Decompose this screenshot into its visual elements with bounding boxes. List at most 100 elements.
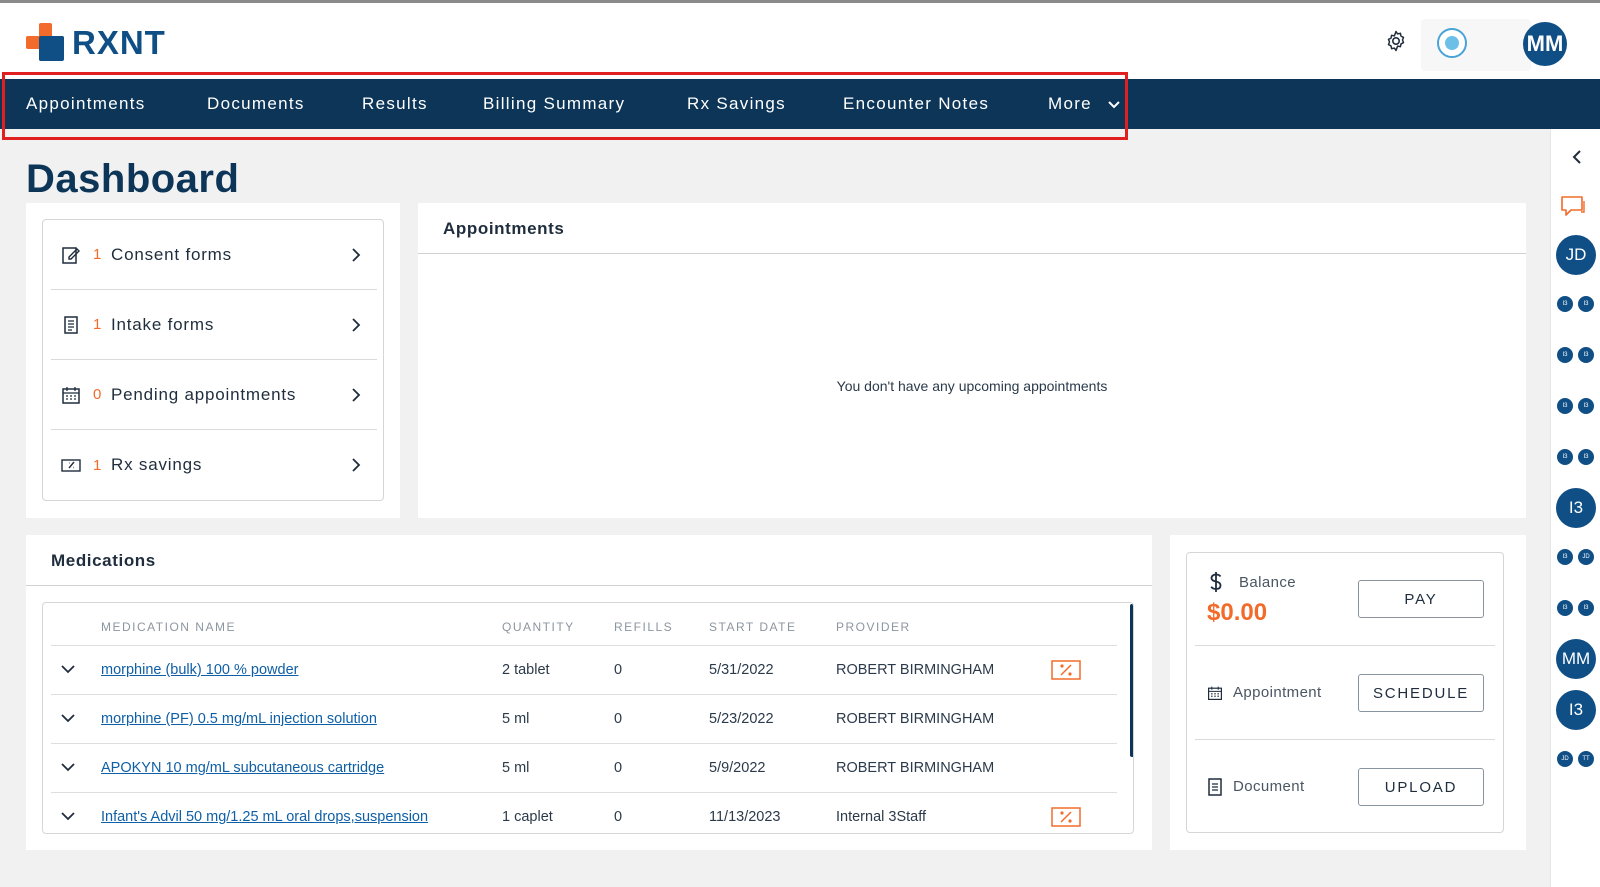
- medication-quantity: 5 ml: [502, 760, 530, 776]
- practice-logo[interactable]: [1421, 19, 1531, 71]
- side-avatar-pair[interactable]: I3 I3: [1557, 600, 1599, 616]
- side-avatar[interactable]: I3: [1556, 488, 1596, 528]
- medication-provider: Internal 3Staff: [836, 809, 927, 825]
- mini-avatar: I3: [1578, 347, 1594, 363]
- summary-item-consent-forms[interactable]: 1 Consent forms: [51, 220, 377, 290]
- expand-chevron-icon[interactable]: [61, 714, 75, 724]
- nav-highlight-box: [2, 72, 1128, 140]
- mini-avatar: I3: [1578, 398, 1594, 414]
- appointment-section: Appointment SCHEDULE: [1195, 646, 1495, 740]
- mini-avatar: I3: [1557, 296, 1573, 312]
- medication-start-date: 5/9/2022: [709, 760, 766, 776]
- chevron-right-icon: [352, 247, 361, 262]
- mini-avatar: I3: [1557, 398, 1573, 414]
- mini-avatar: JD: [1557, 751, 1573, 767]
- side-avatar-pair[interactable]: I3 I3: [1557, 398, 1599, 414]
- medication-refills: 0: [614, 711, 623, 727]
- table-row: morphine (bulk) 100 % powder 2 tablet 0 …: [51, 645, 1117, 694]
- rx-coupon-icon[interactable]: [1051, 807, 1081, 827]
- medications-header: Medications: [26, 535, 1152, 586]
- medication-quantity: 5 ml: [502, 711, 530, 727]
- summary-label: Intake forms: [111, 314, 215, 334]
- summary-card: 1 Consent forms 1 Intake forms 0 Pending…: [26, 203, 400, 518]
- user-avatar[interactable]: MM: [1523, 22, 1567, 66]
- document-icon: [1208, 778, 1222, 796]
- medications-title: Medications: [51, 551, 156, 570]
- balance-section: Balance $0.00 PAY: [1195, 553, 1495, 646]
- summary-label: Consent forms: [111, 244, 232, 264]
- chevron-right-icon: [352, 458, 361, 472]
- side-avatar[interactable]: MM: [1556, 639, 1596, 679]
- side-avatar-pair[interactable]: I3 JD: [1557, 549, 1599, 565]
- appointments-title: Appointments: [443, 219, 565, 238]
- summary-item-intake-forms[interactable]: 1 Intake forms: [51, 290, 377, 360]
- medication-name-link[interactable]: morphine (bulk) 100 % powder: [101, 662, 298, 678]
- summary-label: Pending appointments: [111, 384, 297, 404]
- actions-list: Balance $0.00 PAY Appointment SCHEDULE D…: [1186, 552, 1504, 833]
- settings-gear-icon[interactable]: [1384, 29, 1408, 53]
- mini-avatar: I3: [1557, 347, 1573, 363]
- side-avatar[interactable]: JD: [1556, 235, 1596, 275]
- upload-button[interactable]: UPLOAD: [1358, 768, 1484, 806]
- summary-item-rx-savings[interactable]: 1 Rx savings: [51, 430, 377, 500]
- table-row: morphine (PF) 0.5 mg/mL injection soluti…: [51, 694, 1117, 743]
- summary-item-pending-appointments[interactable]: 0 Pending appointments: [51, 360, 377, 430]
- calendar-icon: [1208, 686, 1222, 700]
- medication-start-date: 11/13/2023: [709, 809, 781, 825]
- summary-count: 0: [93, 386, 102, 403]
- expand-chevron-icon[interactable]: [61, 665, 75, 675]
- medication-provider: ROBERT BIRMINGHAM: [836, 760, 995, 776]
- coupon-icon: [61, 459, 81, 472]
- dollar-icon: [1210, 572, 1222, 592]
- pay-button[interactable]: PAY: [1358, 580, 1484, 618]
- mini-avatar: I3: [1578, 600, 1594, 616]
- appointments-empty-message: You don't have any upcoming appointments: [836, 378, 1108, 394]
- expand-chevron-icon[interactable]: [61, 812, 75, 822]
- summary-list: 1 Consent forms 1 Intake forms 0 Pending…: [42, 219, 384, 501]
- chevron-left-icon[interactable]: [1571, 150, 1583, 164]
- top-bar: RXNT MM: [0, 3, 1600, 79]
- rx-coupon-icon[interactable]: [1051, 660, 1081, 680]
- summary-label: Rx savings: [111, 455, 203, 474]
- medication-start-date: 5/31/2022: [709, 662, 774, 678]
- summary-count: 1: [93, 456, 102, 474]
- schedule-button[interactable]: SCHEDULE: [1358, 674, 1484, 712]
- medication-refills: 0: [614, 662, 623, 678]
- side-avatar-pair[interactable]: I3 I3: [1557, 296, 1599, 312]
- summary-count: 1: [93, 316, 102, 333]
- edit-form-icon: [62, 246, 80, 264]
- logo-text: RXNT: [72, 24, 166, 61]
- rxnt-logo[interactable]: RXNT: [26, 23, 166, 63]
- balance-amount: $0.00: [1207, 599, 1268, 626]
- side-avatar[interactable]: I3: [1556, 690, 1596, 730]
- medication-quantity: 1 caplet: [502, 809, 553, 825]
- column-header-medication-name: MEDICATION NAME: [101, 620, 236, 634]
- column-header-provider: PROVIDER: [836, 620, 911, 634]
- medications-scrollbar[interactable]: [1130, 604, 1133, 757]
- chevron-right-icon: [352, 387, 361, 402]
- appointment-label: Appointment: [1233, 684, 1322, 701]
- appointments-card: Appointments You don't have any upcoming…: [418, 203, 1526, 518]
- side-avatar-pair[interactable]: JD TT: [1557, 751, 1599, 767]
- summary-count: 1: [93, 246, 102, 263]
- side-avatar-pair[interactable]: I3 I3: [1557, 449, 1599, 465]
- medication-refills: 0: [614, 760, 623, 776]
- column-header-quantity: QUANTITY: [502, 620, 575, 634]
- mini-avatar: I3: [1578, 296, 1594, 312]
- medication-name-link[interactable]: morphine (PF) 0.5 mg/mL injection soluti…: [101, 711, 377, 727]
- medication-provider: ROBERT BIRMINGHAM: [836, 662, 995, 678]
- logo-cross-icon: [26, 23, 66, 63]
- chat-icon[interactable]: [1559, 194, 1587, 218]
- medication-provider: ROBERT BIRMINGHAM: [836, 711, 995, 727]
- medication-name-link[interactable]: Infant's Advil 50 mg/1.25 mL oral drops,…: [101, 809, 428, 825]
- actions-card: Balance $0.00 PAY Appointment SCHEDULE D…: [1170, 535, 1526, 850]
- document-section: Document UPLOAD: [1195, 740, 1495, 833]
- side-panel: JD I3 I3 I3 I3 I3 I3 I3 I3 I3 I3 JD I3 I3 MM I…: [1550, 129, 1600, 887]
- expand-chevron-icon[interactable]: [61, 763, 75, 773]
- medication-refills: 0: [614, 809, 623, 825]
- medication-name-link[interactable]: APOKYN 10 mg/mL subcutaneous cartridge: [101, 760, 384, 776]
- column-header-start-date: START DATE: [709, 620, 797, 634]
- document-label: Document: [1233, 778, 1305, 795]
- side-avatar-pair[interactable]: I3 I3: [1557, 347, 1599, 363]
- medical-badge-icon: [1437, 28, 1467, 58]
